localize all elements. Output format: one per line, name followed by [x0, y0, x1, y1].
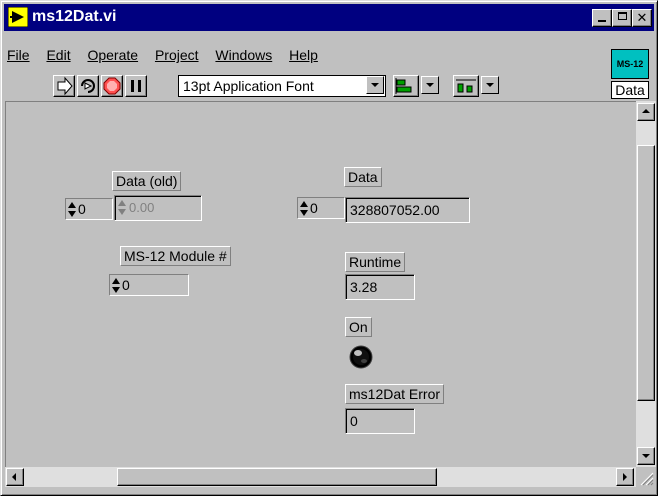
distribute-dropdown-arrow[interactable]	[481, 76, 499, 94]
error-value: 0	[345, 408, 415, 434]
menu-edit[interactable]: Edit	[46, 47, 70, 63]
arrow-left-icon	[12, 473, 16, 481]
run-arrow-icon	[57, 76, 73, 96]
run-continuous-icon	[81, 79, 95, 93]
horizontal-scroll-thumb[interactable]	[117, 468, 437, 486]
data-old-index-value: 0	[78, 201, 86, 217]
front-panel: Data (old) 0 0.00 MS-12 Module # 0 Data …	[5, 101, 636, 468]
labview-vi-icon	[8, 7, 28, 27]
menu-project[interactable]: Project	[155, 47, 199, 63]
data-old-value-spinner[interactable]	[117, 197, 126, 219]
data-old-value-text: 0.00	[129, 200, 155, 215]
title-bar[interactable]: ms12Dat.vi ✕	[4, 4, 654, 31]
data-label: Data	[344, 167, 382, 187]
distribute-objects-button[interactable]	[453, 75, 479, 97]
run-continuous-button[interactable]	[77, 75, 99, 97]
pause-icon	[131, 80, 141, 92]
scroll-down-button[interactable]	[637, 447, 655, 465]
data-old-index-spinner[interactable]	[67, 199, 76, 221]
scroll-left-button[interactable]	[6, 468, 24, 486]
error-label: ms12Dat Error	[345, 384, 445, 404]
toolbar: 13pt Application Font	[1, 71, 601, 101]
data-index-spinner[interactable]	[299, 198, 308, 220]
vi-window: ms12Dat.vi ✕ File Edit Operate Project W…	[0, 0, 658, 496]
menu-windows[interactable]: Windows	[215, 47, 272, 63]
on-label: On	[345, 317, 372, 337]
data-index-value: 0	[310, 200, 318, 216]
module-label: MS-12 Module #	[120, 246, 231, 266]
vi-icon-panel[interactable]: MS-12 Data	[609, 45, 653, 99]
window-title: ms12Dat.vi	[32, 8, 117, 25]
scroll-up-button[interactable]	[637, 103, 655, 121]
module-number-control[interactable]: 0	[109, 274, 189, 296]
data-index[interactable]: 0	[297, 197, 345, 219]
close-button[interactable]: ✕	[632, 9, 652, 27]
abort-button[interactable]	[101, 75, 123, 97]
font-selector-value: 13pt Application Font	[183, 78, 314, 94]
module-number-value: 0	[122, 277, 130, 293]
vi-icon-label: Data	[611, 81, 649, 99]
menu-operate[interactable]: Operate	[87, 47, 138, 63]
distribute-objects-icon	[456, 79, 476, 93]
pause-button[interactable]	[125, 75, 147, 97]
runtime-label: Runtime	[345, 252, 406, 272]
minimize-button[interactable]	[592, 9, 612, 27]
font-selector[interactable]: 13pt Application Font	[178, 75, 386, 97]
menu-help[interactable]: Help	[289, 47, 318, 63]
arrow-up-icon	[642, 109, 650, 113]
align-objects-icon	[395, 78, 412, 94]
resize-grip-icon[interactable]	[637, 469, 655, 487]
vertical-scrollbar[interactable]	[636, 101, 656, 467]
arrow-down-icon	[642, 454, 650, 458]
align-objects-button[interactable]	[393, 75, 419, 97]
menu-file[interactable]: File	[7, 47, 30, 63]
minimize-icon	[598, 20, 606, 22]
runtime-value-text: 3.28	[350, 279, 378, 295]
run-button[interactable]	[53, 75, 75, 97]
close-icon: ✕	[636, 10, 648, 25]
runtime-value: 3.28	[345, 274, 415, 300]
data-old-value[interactable]: 0.00	[114, 195, 202, 221]
data-old-index[interactable]: 0	[65, 198, 113, 220]
scroll-right-button[interactable]	[616, 468, 634, 486]
menu-bar: File Edit Operate Project Windows Help	[7, 47, 331, 65]
error-value-text: 0	[350, 413, 358, 429]
font-dropdown-arrow[interactable]	[366, 76, 384, 94]
module-number-spinner[interactable]	[111, 275, 120, 297]
data-value-text: 328807052.00	[350, 202, 440, 218]
data-old-label: Data (old)	[112, 171, 182, 191]
abort-stop-icon	[103, 77, 121, 95]
horizontal-scrollbar[interactable]	[5, 467, 636, 487]
maximize-button[interactable]	[612, 9, 632, 27]
maximize-icon	[617, 12, 627, 20]
on-led-indicator[interactable]	[348, 344, 374, 370]
data-value: 328807052.00	[345, 197, 470, 223]
vi-icon-image: MS-12	[611, 49, 649, 79]
align-dropdown-arrow[interactable]	[421, 76, 439, 94]
arrow-right-icon	[623, 473, 627, 481]
vertical-scroll-thumb[interactable]	[637, 145, 655, 401]
